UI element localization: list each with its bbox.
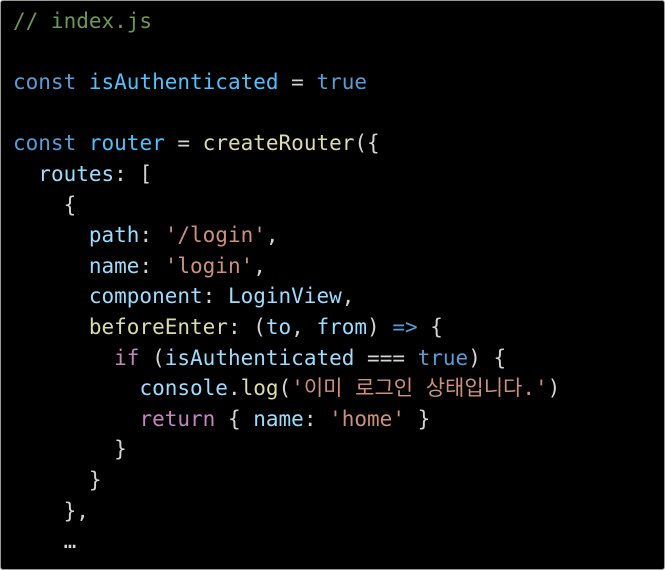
code-token: router <box>88 131 165 156</box>
code-line: name: 'login', <box>13 251 560 282</box>
code-line: } <box>13 434 560 465</box>
code-line: routes: [ <box>13 159 560 190</box>
code-token: , <box>291 314 317 339</box>
code-token: name <box>88 253 140 278</box>
code-token: isAuthenticated <box>164 345 355 370</box>
code-text: // index.js const isAuthenticated = true c… <box>13 6 560 557</box>
code-token: } <box>404 406 431 431</box>
code-token: … <box>13 529 77 554</box>
code-token: name <box>253 406 304 431</box>
code-line: console.log('이미 로그인 상태입니다.') <box>13 373 560 404</box>
code-token: from <box>316 314 368 339</box>
code-line: } <box>13 465 560 496</box>
code-token: console <box>139 376 228 401</box>
code-line: beforeEnter: (to, from) => { <box>13 312 560 343</box>
code-token: component <box>88 284 203 309</box>
code-token: return <box>139 406 216 431</box>
code-token: . <box>227 376 241 401</box>
code-token: '/login' <box>164 223 266 248</box>
code-line: const isAuthenticated = true <box>13 67 560 98</box>
code-token: 'home' <box>329 406 405 431</box>
code-token: ({ <box>354 131 380 156</box>
code-line: { <box>13 190 560 221</box>
code-token: const <box>13 131 77 156</box>
code-token: ) { <box>468 345 507 370</box>
code-token: => <box>392 314 418 339</box>
code-block: // index.js const isAuthenticated = true c… <box>0 0 665 570</box>
code-token: createRouter <box>202 131 355 156</box>
code-line: component: LoginView, <box>13 281 560 312</box>
code-token: beforeEnter <box>88 314 228 339</box>
code-token: : <box>139 253 165 278</box>
code-token: : [ <box>114 161 153 186</box>
code-token: routes <box>38 161 115 186</box>
code-token: , <box>265 223 279 248</box>
code-token: to <box>265 314 292 339</box>
code-line: const router = createRouter({ <box>13 128 560 159</box>
code-token: isAuthenticated <box>88 70 279 95</box>
code-token: '이미 로그인 상태입니다.' <box>291 376 548 401</box>
code-token: : <box>202 284 228 309</box>
code-token: if <box>114 345 140 370</box>
code-token: log <box>240 376 279 401</box>
code-token: }, <box>13 498 89 523</box>
code-line: // index.js <box>13 6 560 37</box>
code-token: const <box>13 70 77 95</box>
code-line: … <box>13 526 560 557</box>
code-token: { <box>13 192 77 217</box>
code-token: path <box>88 223 140 248</box>
code-token: === <box>354 345 418 370</box>
code-line: return { name: 'home' } <box>13 404 560 435</box>
code-token: , <box>253 253 266 278</box>
code-token: { <box>417 314 443 339</box>
code-line: if (isAuthenticated === true) { <box>13 343 560 374</box>
code-token: , <box>341 284 355 309</box>
code-token: : ( <box>227 314 266 339</box>
code-token: LoginView <box>227 284 342 309</box>
code-token: : <box>303 406 330 431</box>
code-token: { <box>215 406 254 431</box>
code-token: ( <box>139 345 165 370</box>
code-token: ( <box>278 376 292 401</box>
code-token: : <box>139 223 165 248</box>
code-token: } <box>13 467 102 492</box>
code-token: 'login' <box>164 253 254 278</box>
code-token: } <box>13 437 127 462</box>
code-line: path: '/login', <box>13 220 560 251</box>
code-token: = <box>164 131 203 156</box>
code-token: // index.js <box>13 9 153 33</box>
code-token: = <box>278 70 317 95</box>
code-line: }, <box>13 496 560 527</box>
code-token: ) <box>367 314 393 339</box>
code-token: ) <box>547 376 561 401</box>
code-token: true <box>316 70 368 95</box>
code-token: true <box>417 345 469 370</box>
